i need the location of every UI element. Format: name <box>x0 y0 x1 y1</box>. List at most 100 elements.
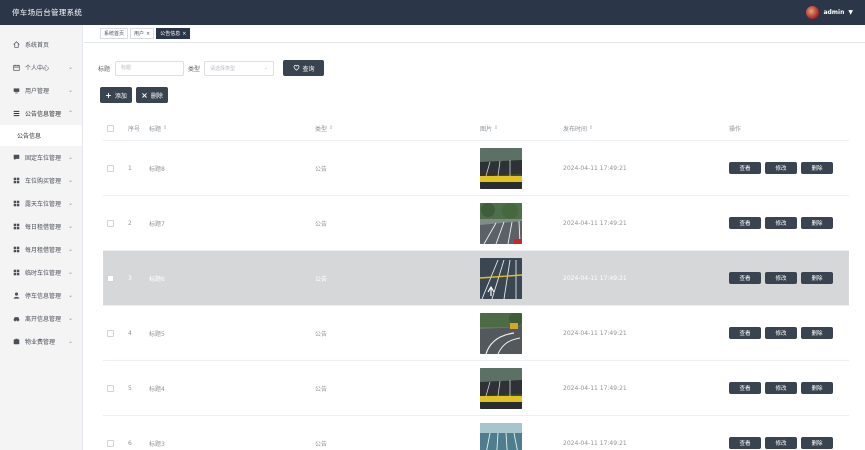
edit-button[interactable]: 修改 <box>765 437 797 449</box>
row-select-cell[interactable] <box>107 306 114 360</box>
sidebar-item-leave-info[interactable]: 离开信息管理 ⌄ <box>0 307 82 330</box>
view-button[interactable]: 查看 <box>729 217 761 229</box>
tab-home[interactable]: 系统首页 <box>100 28 129 39</box>
row-type: 公告 <box>315 440 328 448</box>
column-image[interactable]: 图片 ⇕ <box>480 116 498 140</box>
select-all-cell[interactable] <box>107 116 114 140</box>
row-select-cell[interactable] <box>107 196 114 250</box>
sidebar-item-users[interactable]: 用户管理 ⌄ <box>0 79 82 102</box>
row-title: 标题3 <box>149 440 165 448</box>
tab-users[interactable]: 用户 × <box>130 28 155 39</box>
parking-lot-thumbnail[interactable] <box>480 147 522 189</box>
sidebar-item-home[interactable]: 系统首页 <box>0 33 82 56</box>
row-index: 6 <box>128 439 132 447</box>
table-row[interactable]: 1 标题8 公告 2024-04-11 17:49:21 查看 修改 删除 <box>103 141 849 196</box>
sidebar-item-daily-rent[interactable]: 每日租借管理 ⌄ <box>0 215 82 238</box>
row-delete-button[interactable]: 删除 <box>801 162 833 174</box>
table-row[interactable]: 2 标题7 公告 2024-04-11 17:49:21 查看 修改 删除 <box>103 196 849 251</box>
table-row[interactable]: 6 标题3 公告 2024-04-11 17:49:21 查看 修改 删除 <box>103 416 849 450</box>
car-icon <box>12 315 21 322</box>
title-search-input[interactable] <box>115 60 185 76</box>
edit-button[interactable]: 修改 <box>765 217 797 229</box>
edit-button[interactable]: 修改 <box>765 382 797 394</box>
edit-button[interactable]: 修改 <box>765 272 797 284</box>
sidebar-item-open-air[interactable]: 露天车位管理 ⌄ <box>0 192 82 215</box>
sidebar-item-fixed-spots[interactable]: 固定车位管理 ⌄ <box>0 146 82 169</box>
row-delete-button[interactable]: 删除 <box>801 437 833 449</box>
parking-lot-thumbnail[interactable] <box>480 202 522 244</box>
parking-lot-thumbnail[interactable] <box>480 312 522 354</box>
table-row[interactable]: 4 标题5 公告 2024-04-11 17:49:21 查看 修改 删除 <box>103 306 849 361</box>
row-index: 4 <box>128 329 132 337</box>
row-delete-button[interactable]: 删除 <box>801 217 833 229</box>
table-row[interactable]: 3 标题6 公告 2024-04-11 17:49:21 查看 修改 删除 <box>103 251 849 306</box>
table-header: 序号 标题 ⇕ 类型 ⇕ 图片 ⇕ 发布时间 ⇕ 操作 <box>103 116 849 141</box>
edit-button[interactable]: 修改 <box>765 327 797 339</box>
user-menu[interactable]: admin ▼ <box>806 6 853 19</box>
row-select-cell[interactable] <box>107 141 114 195</box>
row-delete-button[interactable]: 删除 <box>801 327 833 339</box>
row-checkbox[interactable] <box>107 439 114 447</box>
row-delete-button[interactable]: 删除 <box>801 272 833 284</box>
add-button[interactable]: + 添加 <box>100 87 132 103</box>
sidebar-subitem-notice-info[interactable]: 公告信息 <box>0 125 82 146</box>
tab-notice-info[interactable]: 公告信息 × <box>156 28 191 39</box>
sidebar-item-monthly-rent[interactable]: 每月租借管理 ⌄ <box>0 238 82 261</box>
row-select-cell[interactable] <box>107 251 114 305</box>
chevron-down-icon: ⌄ <box>67 292 73 299</box>
edit-button[interactable]: 修改 <box>765 162 797 174</box>
sidebar-item-notices[interactable]: 公告信息管理 ⌃ <box>0 102 82 125</box>
parking-lot-thumbnail[interactable] <box>480 257 522 299</box>
column-image-label: 图片 <box>480 125 493 133</box>
row-type: 公告 <box>315 165 328 173</box>
row-checkbox[interactable] <box>107 274 114 282</box>
query-button[interactable]: 查询 <box>283 60 325 76</box>
avatar[interactable] <box>806 6 820 19</box>
sidebar-item-label: 系统首页 <box>25 42 50 49</box>
close-icon[interactable]: × <box>182 31 186 37</box>
row-select-cell[interactable] <box>107 416 114 450</box>
select-all-checkbox[interactable] <box>107 124 114 132</box>
delete-button[interactable]: × 删除 <box>136 87 168 103</box>
table-row[interactable]: 5 标题4 公告 2024-04-11 17:49:21 查看 修改 删除 <box>103 361 849 416</box>
view-button[interactable]: 查看 <box>729 437 761 449</box>
row-type: 公告 <box>315 330 328 338</box>
row-checkbox[interactable] <box>107 329 114 337</box>
user-name[interactable]: admin <box>823 9 844 16</box>
parking-lot-thumbnail[interactable] <box>480 367 522 409</box>
row-title: 标题5 <box>149 330 165 338</box>
sidebar-item-profile[interactable]: 个人中心 ⌄ <box>0 56 82 79</box>
caret-down-icon[interactable]: ▼ <box>848 9 853 16</box>
view-button[interactable]: 查看 <box>729 327 761 339</box>
row-delete-button[interactable]: 删除 <box>801 382 833 394</box>
sidebar-item-spot-purchase[interactable]: 车位购买管理 ⌄ <box>0 169 82 192</box>
row-checkbox[interactable] <box>107 164 114 172</box>
chevron-down-icon: ⌄ <box>67 338 73 345</box>
parking-lot-thumbnail[interactable] <box>480 422 522 450</box>
row-checkbox[interactable] <box>107 384 114 392</box>
sidebar-item-property-fee[interactable]: 物业费管理 ⌄ <box>0 330 82 353</box>
type-select[interactable]: 请选择类型 ⌄ <box>204 60 275 76</box>
sidebar-item-temp-spots[interactable]: 临时车位管理 ⌄ <box>0 261 82 284</box>
sort-icon[interactable]: ⇕ <box>589 125 593 131</box>
column-type[interactable]: 类型 ⇕ <box>315 116 333 140</box>
column-title[interactable]: 标题 ⇕ <box>149 116 167 140</box>
sidebar-item-parking-info[interactable]: 停车信息管理 ⌄ <box>0 284 82 307</box>
grid-icon <box>12 177 21 184</box>
view-button[interactable]: 查看 <box>729 162 761 174</box>
column-time[interactable]: 发布时间 ⇕ <box>563 116 593 140</box>
view-button[interactable]: 查看 <box>729 382 761 394</box>
sort-icon[interactable]: ⇕ <box>163 125 167 131</box>
close-icon[interactable]: × <box>146 31 150 37</box>
row-checkbox[interactable] <box>107 219 114 227</box>
row-type: 公告 <box>315 385 328 393</box>
column-time-label: 发布时间 <box>563 125 588 133</box>
row-select-cell[interactable] <box>107 361 114 415</box>
row-ops: 查看 修改 删除 <box>729 306 833 360</box>
main-content: 系统首页 用户 × 公告信息 × 标题 类型 请选择类型 ⌄ 查询 + 添加 × <box>84 25 865 450</box>
row-index: 2 <box>128 219 132 227</box>
sidebar-item-label: 每月租借管理 <box>25 247 62 254</box>
sort-icon[interactable]: ⇕ <box>494 125 498 131</box>
view-button[interactable]: 查看 <box>729 272 761 284</box>
sort-icon[interactable]: ⇕ <box>329 125 333 131</box>
